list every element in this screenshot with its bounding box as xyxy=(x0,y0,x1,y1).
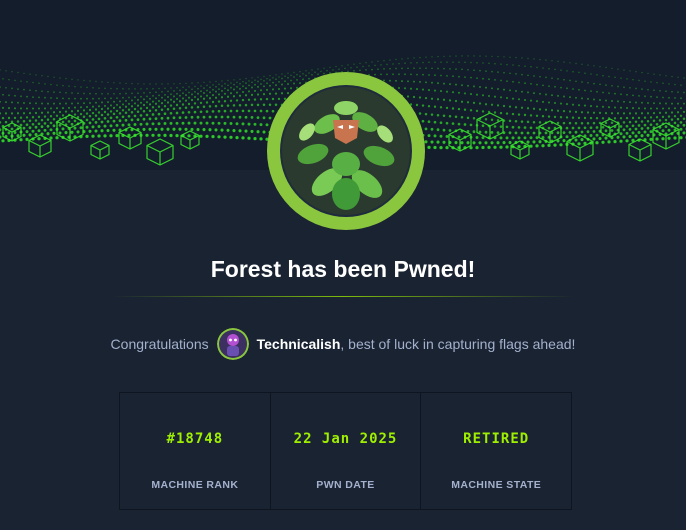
pwn-stats-panel: #18748 MACHINE RANK 22 Jan 2025 PWN DATE… xyxy=(119,392,572,510)
stat-pwn-date: 22 Jan 2025 PWN DATE xyxy=(271,393,422,509)
machine-state-value: RETIRED xyxy=(463,431,530,447)
page-title: Forest has been Pwned! xyxy=(210,256,476,282)
user-avatar[interactable] xyxy=(216,328,249,360)
user-avatar-icon xyxy=(216,328,249,360)
username-link[interactable]: Technicalish xyxy=(257,336,341,352)
stat-machine-state: RETIRED MACHINE STATE xyxy=(421,393,571,509)
machine-state-label: MACHINE STATE xyxy=(451,479,542,491)
pwn-date-label: PWN DATE xyxy=(316,479,375,491)
forest-machine-icon xyxy=(267,72,425,230)
pwn-date-value: 22 Jan 2025 xyxy=(293,431,398,447)
stat-machine-rank: #18748 MACHINE RANK xyxy=(120,393,271,509)
congratulations-message: Congratulations Technicalish , best of l… xyxy=(0,328,686,360)
congrats-prefix: Congratulations xyxy=(110,336,209,352)
machine-rank-value: #18748 xyxy=(166,431,224,447)
title-divider xyxy=(112,296,574,297)
machine-avatar xyxy=(267,72,425,230)
machine-rank-label: MACHINE RANK xyxy=(151,479,239,491)
congrats-suffix: , best of luck in capturing flags ahead! xyxy=(340,336,576,352)
